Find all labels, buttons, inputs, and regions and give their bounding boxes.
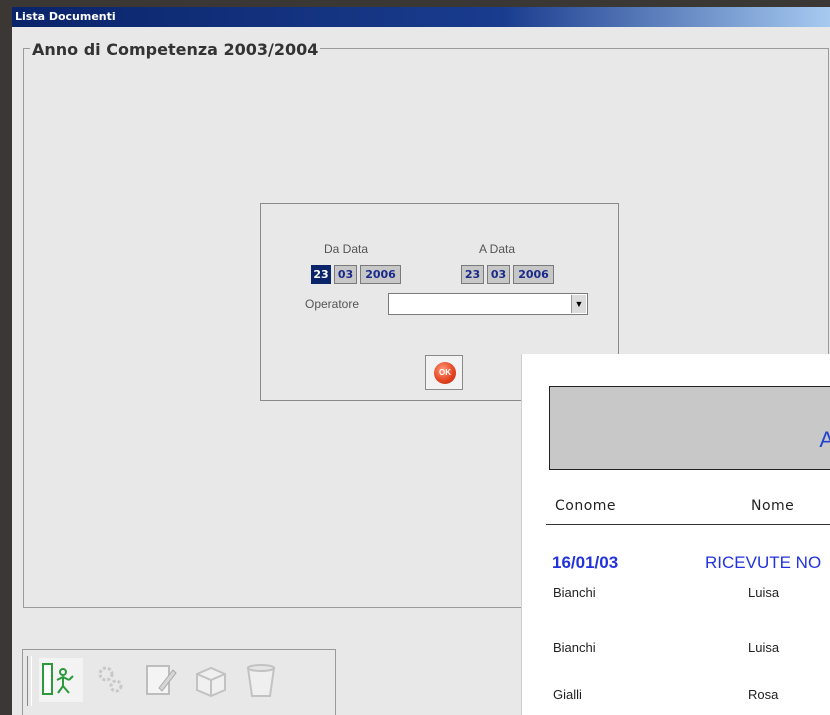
new-document-button[interactable] bbox=[39, 658, 83, 702]
row-1-nome: Luisa bbox=[748, 585, 780, 600]
to-day-field[interactable]: 23 bbox=[461, 265, 484, 284]
window-title: Lista Documenti bbox=[12, 7, 830, 27]
gears-icon bbox=[98, 666, 123, 693]
row-2-nome: Luisa bbox=[748, 640, 780, 655]
ok-icon: OK bbox=[434, 362, 456, 384]
row-3-cognome: Gialli bbox=[553, 687, 582, 702]
group-title-report: RICEVUTE NO bbox=[705, 553, 822, 572]
header-divider bbox=[546, 524, 830, 525]
row-2-cognome: Bianchi bbox=[553, 640, 596, 655]
edit-document-icon bbox=[146, 665, 177, 695]
toolbar bbox=[22, 649, 336, 715]
from-month-field[interactable]: 03 bbox=[334, 265, 357, 284]
column-header-cognome: Conome bbox=[555, 498, 617, 514]
from-day-field[interactable]: 23 bbox=[311, 265, 331, 284]
to-month-field[interactable]: 03 bbox=[487, 265, 510, 284]
report-header: A bbox=[549, 386, 830, 470]
edit-button[interactable] bbox=[139, 658, 183, 702]
to-year-field[interactable]: 2006 bbox=[513, 265, 554, 284]
column-header-nome: Nome bbox=[751, 498, 795, 514]
new-document-icon bbox=[42, 663, 74, 695]
operator-select[interactable]: ▼ bbox=[388, 293, 588, 315]
archive-button[interactable] bbox=[189, 658, 233, 702]
to-date-label: A Data bbox=[479, 242, 516, 256]
archive-icon bbox=[196, 666, 226, 698]
delete-button[interactable] bbox=[239, 658, 283, 702]
toolbar-separator bbox=[27, 656, 32, 706]
operator-label: Operatore bbox=[305, 297, 360, 311]
ok-button[interactable]: OK bbox=[425, 355, 463, 390]
from-year-field[interactable]: 2006 bbox=[360, 265, 401, 284]
report-header-mark: A bbox=[819, 427, 830, 452]
trash-icon bbox=[246, 664, 276, 697]
from-date-label: Da Data bbox=[324, 242, 369, 256]
row-3-nome: Rosa bbox=[748, 687, 779, 702]
chevron-down-icon[interactable]: ▼ bbox=[571, 295, 586, 313]
group-title: Anno di Competenza 2003/2004 bbox=[30, 40, 321, 59]
group-date: 16/01/03 bbox=[552, 553, 619, 572]
row-1-cognome: Bianchi bbox=[553, 585, 596, 600]
report-preview: A Conome Nome 16/01/03 RICEVUTE NO Bianc… bbox=[522, 354, 830, 715]
settings-button[interactable] bbox=[89, 658, 133, 702]
